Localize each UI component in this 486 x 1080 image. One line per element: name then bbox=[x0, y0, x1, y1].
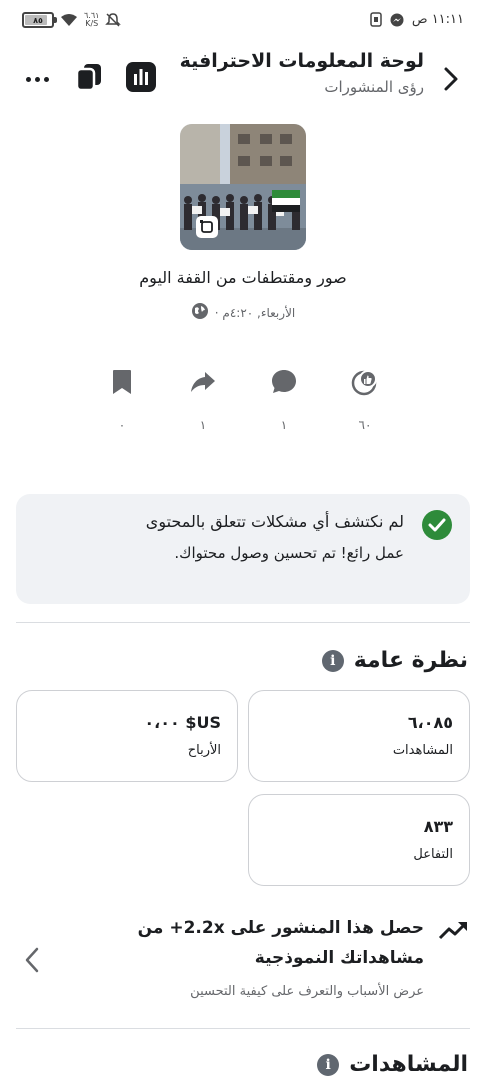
mute-icon bbox=[105, 12, 122, 28]
divider bbox=[16, 1028, 470, 1029]
insights-button[interactable] bbox=[126, 62, 156, 96]
post-meta: الأربعاء, ٤:٢٠م · bbox=[0, 302, 486, 324]
clock: ١١:١١ ص bbox=[411, 12, 464, 27]
views-section-title: المشاهدات bbox=[349, 1052, 468, 1077]
wifi-icon bbox=[60, 13, 78, 27]
photo-album-icon bbox=[196, 216, 218, 238]
check-circle-icon bbox=[422, 510, 452, 540]
views-label: المشاهدات bbox=[392, 743, 453, 758]
trending-up-icon bbox=[438, 920, 468, 940]
comments-count: ١ bbox=[280, 418, 288, 432]
divider bbox=[16, 622, 470, 623]
content-check-card: لم نكتشف أي مشكلات تتعلق بالمحتوى عمل را… bbox=[16, 494, 470, 604]
engagement-value: ٨٣٣ bbox=[423, 817, 453, 836]
globe-icon bbox=[191, 302, 209, 324]
page-title: لوحة المعلومات الاحترافية bbox=[179, 50, 424, 72]
battery-level: ٨٥ bbox=[33, 15, 43, 25]
content-check-subtitle: عمل رائع! تم تحسين وصول محتواك. bbox=[174, 544, 404, 562]
views-section-heading: المشاهدات i bbox=[317, 1052, 468, 1077]
bookmark-icon bbox=[102, 366, 142, 398]
engagement-label: التفاعل bbox=[413, 847, 453, 862]
insight-subtitle[interactable]: عرض الأسباب والتعرف على كيفية التحسين bbox=[190, 984, 424, 999]
more-options-button[interactable] bbox=[22, 64, 52, 94]
reactions-count: ٦٠ bbox=[358, 418, 372, 432]
bar-chart-icon bbox=[126, 62, 156, 92]
copy-icon bbox=[75, 64, 101, 92]
copy-button[interactable] bbox=[74, 62, 104, 96]
reactions-stat[interactable]: ٦٠ bbox=[345, 366, 385, 432]
saves-stat[interactable]: ٠ bbox=[102, 366, 142, 432]
shares-count: ١ bbox=[199, 418, 207, 432]
info-icon[interactable]: i bbox=[317, 1053, 340, 1076]
post-title: صور ومقتطفات من القفة اليوم bbox=[139, 268, 347, 287]
earnings-label: الأرباح bbox=[187, 743, 221, 758]
saves-count: ٠ bbox=[118, 418, 126, 432]
sim-icon bbox=[370, 12, 382, 27]
comments-stat[interactable]: ١ bbox=[264, 366, 304, 432]
page-subtitle: رؤى المنشورات bbox=[324, 78, 424, 96]
engagement-metric-card[interactable]: ٨٣٣ التفاعل bbox=[248, 794, 470, 886]
content-check-title: لم نكتشف أي مشكلات تتعلق بالمحتوى bbox=[145, 512, 404, 531]
earnings-metric-card[interactable]: US$ ٠،٠٠ الأرباح bbox=[16, 690, 238, 782]
insight-headline-cont[interactable]: مشاهداتك النموذجية bbox=[255, 948, 424, 968]
share-icon bbox=[183, 366, 223, 398]
overview-title: نظرة عامة bbox=[353, 648, 468, 673]
post-thumbnail[interactable] bbox=[180, 124, 306, 250]
earnings-value: US$ ٠،٠٠ bbox=[144, 713, 221, 732]
comment-icon bbox=[264, 366, 304, 398]
back-button[interactable] bbox=[440, 64, 462, 94]
battery-icon: ٨٥ bbox=[22, 12, 57, 28]
chevron-right-icon bbox=[444, 67, 458, 91]
views-value: ٦،٠٨٥ bbox=[407, 713, 453, 732]
insight-headline[interactable]: حصل هذا المنشور على 2.2x+ من bbox=[138, 918, 424, 938]
network-speed: ٦.٦١ K/S bbox=[84, 11, 100, 28]
info-icon[interactable]: i bbox=[321, 649, 344, 672]
messenger-icon bbox=[390, 13, 404, 27]
chevron-left-icon[interactable] bbox=[22, 946, 44, 974]
like-reaction-icon bbox=[345, 366, 385, 398]
post-date: الأربعاء, ٤:٢٠م · bbox=[214, 306, 296, 320]
views-metric-card[interactable]: ٦،٠٨٥ المشاهدات bbox=[248, 690, 470, 782]
overview-heading: نظرة عامة i bbox=[321, 648, 468, 673]
status-bar: ٨٥ ٦.٦١ K/S ١١:١١ ص bbox=[0, 0, 486, 44]
shares-stat[interactable]: ١ bbox=[183, 366, 223, 432]
top-app-bar: لوحة المعلومات الاحترافية رؤى المنشورات bbox=[0, 46, 486, 110]
